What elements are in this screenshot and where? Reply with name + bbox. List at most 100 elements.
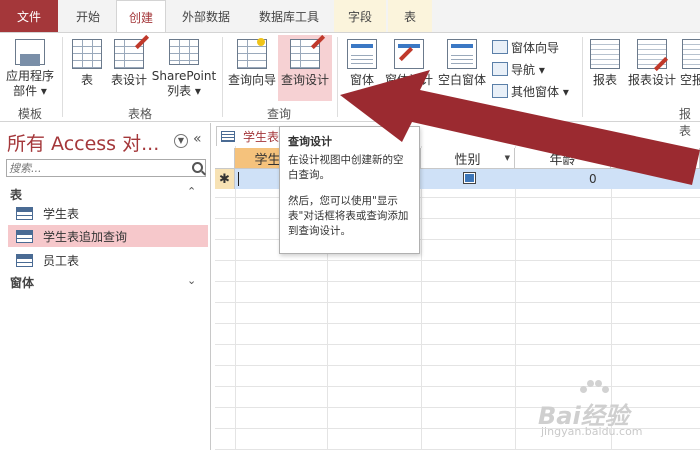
column-header-label: 年龄 xyxy=(549,152,576,168)
blank-form-label: 空白窗体 xyxy=(437,73,486,87)
column-header-enroll-date[interactable]: 入学日期 ▼ xyxy=(611,148,700,169)
document-tab-label: 学生表 xyxy=(243,130,280,144)
blank-report-icon xyxy=(682,39,700,69)
more-forms-button[interactable]: 其他窗体 ▾ xyxy=(492,81,569,101)
watermark: Bai经验 jingyan.baidu.com xyxy=(538,380,678,440)
form-wizard-icon xyxy=(492,40,508,54)
nav-search-box xyxy=(6,159,206,177)
gender-checkbox[interactable] xyxy=(463,172,476,184)
form-wizard-button[interactable]: 窗体向导 xyxy=(492,37,559,57)
query-design-label: 查询设计 xyxy=(280,73,329,87)
sharepoint-label-2: 列表 ▾ xyxy=(167,84,201,98)
navigation-button[interactable]: 导航 ▾ xyxy=(492,59,545,79)
query-wizard-button[interactable]: 查询向导 xyxy=(227,37,277,99)
query-wizard-label: 查询向导 xyxy=(227,73,276,87)
table-button[interactable]: 表 xyxy=(68,37,106,99)
nav-item-employee-table[interactable]: 员工表 xyxy=(8,249,208,271)
tab-external-data[interactable]: 外部数据 xyxy=(168,0,244,32)
tab-file[interactable]: 文件 xyxy=(0,0,58,32)
tab-fields[interactable]: 字段 xyxy=(334,0,386,32)
nav-section-forms[interactable]: 窗体 xyxy=(10,274,34,291)
ribbon-tab-bar: 文件 开始 创建 外部数据 数据库工具 字段 表 xyxy=(0,0,700,33)
form-design-label: 窗体设计 xyxy=(384,73,433,87)
column-header-label: 入学日期 xyxy=(628,152,681,168)
blank-report-label: 空报 xyxy=(680,73,700,87)
blank-form-icon xyxy=(447,39,477,69)
table-icon xyxy=(72,39,102,69)
table-icon xyxy=(221,131,235,142)
form-design-icon xyxy=(394,39,424,69)
nav-collapse-icon[interactable]: « xyxy=(193,131,202,147)
table-icon xyxy=(16,206,33,220)
new-record-marker[interactable]: ✱ xyxy=(215,169,235,189)
app-parts-label-1: 应用程序 xyxy=(5,69,54,83)
more-forms-icon xyxy=(492,84,508,98)
tab-home[interactable]: 开始 xyxy=(62,0,114,32)
app-parts-button[interactable]: 应用程序 部件 ▾ xyxy=(2,37,58,99)
report-design-button[interactable]: 报表设计 xyxy=(625,37,679,99)
report-label: 报表 xyxy=(592,73,617,87)
group-separator xyxy=(222,37,223,117)
query-design-icon xyxy=(290,39,320,69)
group-label-forms: 窗体 xyxy=(452,107,477,121)
nav-menu-chevron-icon[interactable]: ▼ xyxy=(174,134,188,148)
nav-item-label: 学生表追加查询 xyxy=(43,229,128,244)
sharepoint-icon xyxy=(169,39,199,65)
group-label-templates: 模板 xyxy=(18,107,43,121)
nav-item-label: 学生表 xyxy=(43,206,80,221)
app-parts-label-2: 部件 ▾ xyxy=(13,84,47,98)
column-dropdown-icon[interactable]: ▼ xyxy=(505,154,510,162)
sharepoint-lists-button[interactable]: SharePoint 列表 ▾ xyxy=(151,37,217,99)
form-wizard-label: 窗体向导 xyxy=(511,40,560,55)
select-all-corner[interactable] xyxy=(215,148,235,169)
nav-item-append-query[interactable]: 学生表追加查询 xyxy=(8,225,208,247)
form-icon xyxy=(347,39,377,69)
column-header-gender[interactable]: 性别 ▼ xyxy=(421,148,515,169)
table-design-icon xyxy=(114,39,144,69)
query-wizard-icon xyxy=(237,38,267,69)
nav-section-tables[interactable]: 表 xyxy=(10,186,22,203)
blank-report-button[interactable]: 空报 xyxy=(680,37,700,99)
blank-form-button[interactable]: 空白窗体 xyxy=(436,37,488,99)
group-separator xyxy=(582,37,583,117)
column-header-label: 性别 xyxy=(454,152,481,168)
tab-create[interactable]: 创建 xyxy=(116,0,166,33)
group-label-tables: 表格 xyxy=(128,107,153,121)
table-design-label: 表设计 xyxy=(110,73,147,87)
navigation-label: 导航 ▾ xyxy=(511,62,545,77)
group-separator xyxy=(62,37,63,117)
query-design-button[interactable]: 查询设计 xyxy=(278,35,332,101)
more-forms-label: 其他窗体 ▾ xyxy=(511,84,569,99)
table-icon xyxy=(16,229,33,243)
table-label: 表 xyxy=(80,73,93,87)
text-cursor xyxy=(238,172,239,186)
column-dropdown-icon[interactable]: ▼ xyxy=(601,154,606,162)
section-collapse-icon[interactable]: ⌃ xyxy=(187,185,196,198)
column-dropdown-icon[interactable]: ▼ xyxy=(690,154,695,162)
form-label: 窗体 xyxy=(349,73,374,87)
report-design-icon xyxy=(637,39,667,69)
query-design-tooltip: 查询设计 在设计视图中创建新的空白查询。 然后，您可以使用"显示表"对话框将表或… xyxy=(279,126,420,254)
table-design-button[interactable]: 表设计 xyxy=(108,37,150,99)
nav-search-input[interactable] xyxy=(7,160,185,176)
tab-table[interactable]: 表 xyxy=(388,0,432,32)
nav-item-student-table[interactable]: 学生表 xyxy=(8,202,208,224)
navigation-icon xyxy=(492,62,508,76)
nav-item-label: 员工表 xyxy=(43,253,80,268)
table-icon xyxy=(16,253,33,267)
column-header-age[interactable]: 年龄 ▼ xyxy=(515,148,611,169)
tooltip-detail: 然后，您可以使用"显示表"对话框将表或查询添加到查询设计。 xyxy=(288,195,409,237)
section-expand-icon[interactable]: ⌄ xyxy=(187,274,196,287)
group-label-reports: 报表 xyxy=(679,107,692,138)
nav-pane-title[interactable]: 所有 Access 对... xyxy=(7,129,159,156)
search-icon[interactable] xyxy=(192,162,203,173)
form-design-button[interactable]: 窗体设计 xyxy=(382,37,436,99)
tooltip-description: 在设计视图中创建新的空白查询。 xyxy=(288,154,404,181)
group-separator xyxy=(337,37,338,117)
form-button[interactable]: 窗体 xyxy=(343,37,381,99)
tab-database-tools[interactable]: 数据库工具 xyxy=(246,0,332,32)
age-cell-value[interactable]: 0 xyxy=(589,172,597,186)
report-button[interactable]: 报表 xyxy=(588,37,622,99)
sharepoint-label-1: SharePoint xyxy=(151,69,217,83)
watermark-url: jingyan.baidu.com xyxy=(541,425,643,438)
